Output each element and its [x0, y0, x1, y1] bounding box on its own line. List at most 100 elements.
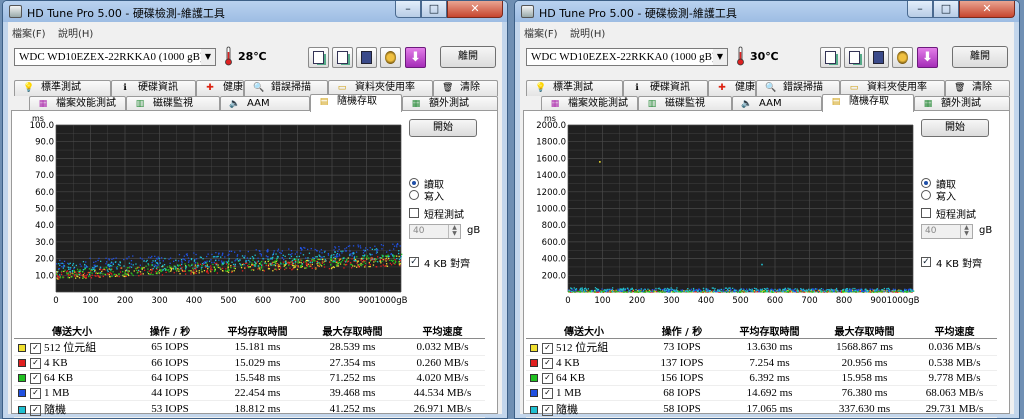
tab-erase[interactable]: 🗑 清除 — [945, 80, 1010, 96]
tab-info[interactable]: ℹ 硬碟資訊 — [111, 80, 196, 96]
download-button[interactable]: ⬇ — [405, 47, 426, 68]
menu-help[interactable]: 說明(H) — [58, 25, 93, 40]
exit-button[interactable]: 離開 — [952, 46, 1008, 68]
start-button[interactable]: 開始 — [409, 119, 477, 137]
options-button[interactable] — [892, 47, 913, 68]
data-point — [143, 260, 145, 262]
data-point — [771, 288, 773, 290]
write-radio[interactable] — [921, 190, 931, 200]
transfer-size: 隨機 — [44, 404, 66, 416]
data-point — [671, 288, 673, 290]
table-row: ✓ 512 位元組 73 IOPS 13.630 ms 1568.867 ms 0.036… — [526, 338, 997, 356]
data-point — [247, 265, 249, 267]
data-point — [254, 264, 256, 266]
save-button[interactable] — [356, 47, 377, 68]
read-radio[interactable] — [409, 178, 419, 188]
series-checkbox[interactable]: ✓ — [30, 404, 41, 416]
drive-select[interactable]: WDC WD10EZEX-22RKKA0 (1000 gB) ▼ — [14, 48, 216, 66]
close-button[interactable]: ✕ — [959, 1, 1015, 18]
menu-help[interactable]: 說明(H) — [570, 25, 605, 40]
data-point — [330, 256, 332, 259]
data-point — [174, 266, 176, 268]
y-tick-label: 1200.0 — [536, 188, 566, 198]
series-checkbox[interactable]: ✓ — [30, 357, 41, 369]
data-point — [71, 271, 74, 273]
series-checkbox[interactable]: ✓ — [542, 404, 553, 416]
maximize-button[interactable]: □ — [421, 1, 447, 18]
data-point — [598, 290, 601, 292]
data-point — [666, 287, 669, 290]
data-point — [324, 258, 326, 261]
series-checkbox[interactable]: ✓ — [542, 387, 553, 399]
drive-select[interactable]: WDC WD10EZEX-22RKKA0 (1000 gB) ▼ — [526, 48, 728, 66]
save-button[interactable] — [868, 47, 889, 68]
minimize-button[interactable]: – — [395, 1, 421, 18]
copy-info-button[interactable] — [820, 47, 841, 68]
tab-info[interactable]: ℹ 硬碟資訊 — [623, 80, 708, 96]
data-point — [227, 271, 230, 273]
data-point — [664, 287, 666, 290]
title-bar[interactable]: HD Tune Pro 5.00 - 硬碟檢測-維護工具 – □ ✕ — [3, 1, 507, 22]
avg-speed-value: 0.032 MB/s — [400, 338, 485, 356]
minimize-button[interactable]: – — [907, 1, 933, 18]
copy-screenshot-button[interactable] — [332, 47, 353, 68]
series-color-swatch — [18, 406, 26, 414]
data-point — [616, 291, 618, 293]
data-point — [397, 261, 400, 263]
short-test-size-stepper[interactable]: 40 ▲ ▼ — [409, 224, 461, 239]
title-bar[interactable]: HD Tune Pro 5.00 - 硬碟檢測-維護工具 – □ ✕ — [515, 1, 1019, 22]
data-point — [681, 289, 684, 291]
series-checkbox[interactable]: ✓ — [30, 387, 41, 399]
tab-erase[interactable]: 🗑 清除 — [433, 80, 498, 96]
exit-button[interactable]: 離開 — [440, 46, 496, 68]
short-test-size-stepper[interactable]: 40 ▲ ▼ — [921, 224, 973, 239]
download-button[interactable]: ⬇ — [917, 47, 938, 68]
series-checkbox[interactable]: ✓ — [30, 372, 41, 384]
data-point — [59, 274, 61, 276]
short-test-checkbox[interactable] — [409, 208, 419, 218]
write-radio[interactable] — [409, 190, 419, 200]
data-point — [288, 264, 290, 266]
data-point — [105, 257, 107, 259]
tab-random-access[interactable]: ▤ 隨機存取 — [822, 94, 914, 112]
series-checkbox[interactable]: ✓ — [542, 357, 553, 369]
data-point — [199, 263, 202, 265]
data-point — [816, 288, 818, 290]
stepper-arrows-icon[interactable]: ▲ ▼ — [448, 225, 460, 238]
tab-health[interactable]: ✚ 健康 — [196, 80, 244, 96]
data-point — [80, 265, 82, 267]
read-radio[interactable] — [921, 178, 931, 188]
tab-benchmark[interactable]: 💡 標準測試 — [526, 80, 623, 96]
menu-file[interactable]: 檔案(F) — [12, 25, 46, 40]
chevron-down-icon[interactable]: ▼ — [713, 49, 727, 65]
data-point — [386, 265, 389, 267]
start-button[interactable]: 開始 — [921, 119, 989, 137]
write-label: 寫入 — [424, 192, 444, 203]
chevron-down-icon[interactable]: ▼ — [201, 49, 215, 65]
tab-health[interactable]: ✚ 健康 — [708, 80, 756, 96]
tab-random-access[interactable]: ▤ 隨機存取 — [310, 94, 402, 112]
data-point — [210, 267, 212, 269]
series-checkbox[interactable]: ✓ — [542, 372, 553, 384]
maximize-button[interactable]: □ — [933, 1, 959, 18]
options-button[interactable] — [380, 47, 401, 68]
data-point — [168, 269, 170, 271]
align-4kb-checkbox[interactable]: ✓ — [921, 257, 931, 267]
align-4kb-checkbox[interactable]: ✓ — [409, 257, 419, 267]
close-button[interactable]: ✕ — [447, 1, 503, 18]
short-test-checkbox[interactable] — [921, 208, 931, 218]
data-point — [143, 267, 145, 269]
data-point — [274, 262, 276, 264]
menu-file[interactable]: 檔案(F) — [524, 25, 558, 40]
data-point — [828, 289, 830, 291]
data-point — [273, 252, 275, 254]
copy-info-button[interactable] — [308, 47, 329, 68]
data-point — [718, 290, 720, 292]
stepper-arrows-icon[interactable]: ▲ ▼ — [960, 225, 972, 238]
series-checkbox[interactable]: ✓ — [542, 342, 553, 354]
series-checkbox[interactable]: ✓ — [30, 342, 41, 354]
copy-screenshot-button[interactable] — [844, 47, 865, 68]
data-point — [385, 255, 387, 257]
data-point — [273, 268, 276, 270]
tab-benchmark[interactable]: 💡 標準測試 — [14, 80, 111, 96]
